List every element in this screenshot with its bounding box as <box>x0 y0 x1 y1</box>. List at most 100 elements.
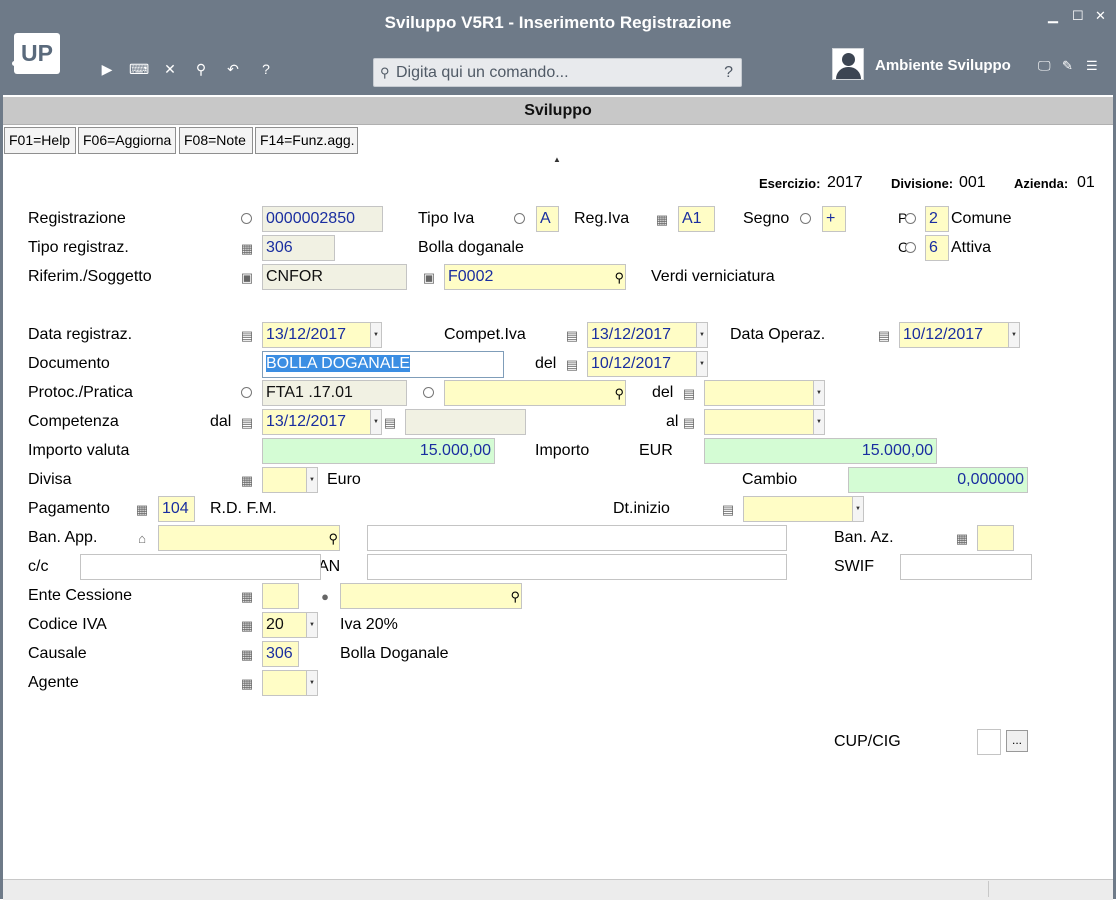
competenza-extra-field[interactable] <box>405 409 526 435</box>
documento-del-field[interactable]: 10/12/2017 ▼ <box>587 351 708 377</box>
contact-card-icon[interactable]: ▣ <box>240 270 254 286</box>
chevron-down-icon[interactable]: ▼ <box>696 323 707 347</box>
f14-funz-agg-button[interactable]: F14=Funz.agg. <box>255 127 358 154</box>
search-icon[interactable]: ⚲ <box>192 61 210 78</box>
terminal-icon[interactable]: ⌨ <box>129 61 149 78</box>
calendar-icon[interactable]: ▤ <box>383 415 397 431</box>
chevron-down-icon[interactable]: ▼ <box>370 323 381 347</box>
segno-field[interactable]: + <box>822 206 846 232</box>
lookup-icon[interactable]: ⚲ <box>614 266 624 289</box>
person-icon[interactable]: ● <box>318 589 332 604</box>
protoc-radio[interactable] <box>241 387 252 398</box>
ban-app-field[interactable]: ⚲ <box>158 525 340 551</box>
protoc-field[interactable]: FTA1 .17.01 <box>262 380 407 406</box>
dt-inizio-field[interactable]: ▼ <box>743 496 864 522</box>
protoc-del-field[interactable]: ▼ <box>704 380 825 406</box>
riferim-field[interactable]: CNFOR <box>262 264 407 290</box>
table-icon[interactable]: ▦ <box>240 589 254 605</box>
table-icon[interactable]: ▦ <box>135 502 149 518</box>
comune-field[interactable]: 2 <box>925 206 949 232</box>
table-icon[interactable]: ▦ <box>240 647 254 663</box>
collapse-icon[interactable]: ▲ <box>553 155 561 164</box>
pagamento-field[interactable]: 104 <box>158 496 195 522</box>
table-icon[interactable]: ▦ <box>240 676 254 692</box>
help-icon[interactable]: ? <box>257 61 275 77</box>
causale-field[interactable]: 306 <box>262 641 299 667</box>
chevron-down-icon[interactable]: ▼ <box>852 497 863 521</box>
contact-card-icon[interactable]: ▣ <box>422 270 436 286</box>
registrazione-field[interactable]: 0000002850 <box>262 206 383 232</box>
undo-icon[interactable]: ↶ <box>224 61 242 78</box>
attiva-field[interactable]: 6 <box>925 235 949 261</box>
tipo-registraz-field[interactable]: 306 <box>262 235 335 261</box>
close-icon[interactable]: ✕ <box>161 61 179 78</box>
segno-radio[interactable] <box>800 213 811 224</box>
tipo-iva-field[interactable]: A <box>536 206 559 232</box>
edit-icon[interactable]: ✎ <box>1062 58 1073 74</box>
chevron-down-icon[interactable]: ▼ <box>813 381 824 405</box>
chevron-down-icon[interactable]: ▼ <box>306 671 317 695</box>
compet-iva-field[interactable]: 13/12/2017 ▼ <box>587 322 708 348</box>
data-operaz-field[interactable]: 10/12/2017 ▼ <box>899 322 1020 348</box>
chevron-down-icon[interactable]: ▼ <box>306 468 317 492</box>
minimize-icon[interactable]: ▁ <box>1048 8 1058 24</box>
calendar-icon[interactable]: ▤ <box>565 357 579 373</box>
f08-note-button[interactable]: F08=Note <box>179 127 253 154</box>
calendar-icon[interactable]: ▤ <box>565 328 579 344</box>
importo-valuta-field[interactable]: 15.000,00 <box>262 438 495 464</box>
user-avatar[interactable] <box>832 48 864 80</box>
menu-icon[interactable]: ☰ <box>1086 58 1098 74</box>
lookup-icon[interactable]: ⚲ <box>614 382 624 405</box>
pratica-field[interactable]: ⚲ <box>444 380 626 406</box>
data-registraz-field[interactable]: 13/12/2017 ▼ <box>262 322 382 348</box>
calendar-icon[interactable]: ▤ <box>240 328 254 344</box>
calendar-icon[interactable]: ▤ <box>682 415 696 431</box>
competenza-dal-field[interactable]: 13/12/2017 ▼ <box>262 409 382 435</box>
importo-field[interactable]: 15.000,00 <box>704 438 937 464</box>
lookup-icon[interactable]: ⚲ <box>328 527 338 550</box>
divisa-field[interactable]: ▼ <box>262 467 318 493</box>
table-icon[interactable]: ▦ <box>240 241 254 257</box>
cup-cig-browse-button[interactable]: ... <box>1006 730 1028 752</box>
swift-field[interactable] <box>900 554 1032 580</box>
bank-icon[interactable]: ⌂ <box>135 531 149 546</box>
iban-field[interactable] <box>367 554 787 580</box>
registrazione-radio[interactable] <box>241 213 252 224</box>
tipo-iva-radio[interactable] <box>514 213 525 224</box>
codice-iva-field[interactable]: 20 ▼ <box>262 612 318 638</box>
chevron-down-icon[interactable]: ▼ <box>306 613 317 637</box>
play-icon[interactable]: ▶ <box>98 61 116 78</box>
f06-aggiorna-button[interactable]: F06=Aggiorna <box>78 127 176 154</box>
table-icon[interactable]: ▦ <box>655 212 669 228</box>
calendar-icon[interactable]: ▤ <box>877 328 891 344</box>
calendar-icon[interactable]: ▤ <box>240 415 254 431</box>
chevron-down-icon[interactable]: ▼ <box>696 352 707 376</box>
monitor-icon[interactable]: 🖵 <box>1038 58 1051 74</box>
ban-az-field[interactable] <box>977 525 1014 551</box>
lookup-icon[interactable]: ⚲ <box>510 585 520 608</box>
reg-iva-field[interactable]: A1 <box>678 206 715 232</box>
cc-field[interactable] <box>80 554 321 580</box>
ente-cessione-field[interactable] <box>262 583 299 609</box>
f01-help-button[interactable]: F01=Help <box>4 127 76 154</box>
calendar-icon[interactable]: ▤ <box>721 502 735 518</box>
command-input[interactable]: ⚲ Digita qui un comando... ? <box>373 58 742 87</box>
comune-radio[interactable] <box>905 213 916 224</box>
table-icon[interactable]: ▦ <box>240 473 254 489</box>
table-icon[interactable]: ▦ <box>240 618 254 634</box>
chevron-down-icon[interactable]: ▼ <box>1008 323 1019 347</box>
agente-field[interactable]: ▼ <box>262 670 318 696</box>
attiva-radio[interactable] <box>905 242 916 253</box>
chevron-down-icon[interactable]: ▼ <box>370 410 381 434</box>
command-help-icon[interactable]: ? <box>724 59 733 86</box>
ban-app-desc-field[interactable] <box>367 525 787 551</box>
chevron-down-icon[interactable]: ▼ <box>813 410 824 434</box>
cup-cig-field[interactable] <box>977 729 1001 755</box>
pratica-radio[interactable] <box>423 387 434 398</box>
soggetto-field[interactable]: F0002 ⚲ <box>444 264 626 290</box>
cambio-field[interactable]: 0,000000 <box>848 467 1028 493</box>
maximize-icon[interactable]: ☐ <box>1072 8 1084 24</box>
calendar-icon[interactable]: ▤ <box>682 386 696 402</box>
competenza-al-field[interactable]: ▼ <box>704 409 825 435</box>
close-window-icon[interactable]: ✕ <box>1095 8 1106 24</box>
